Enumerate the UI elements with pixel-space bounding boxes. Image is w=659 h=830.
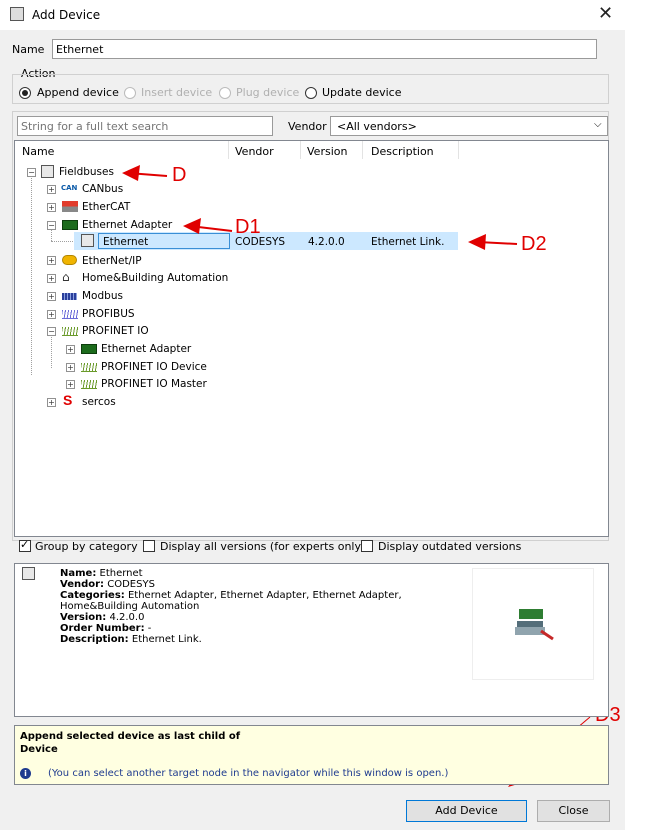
info-vendor-value: CODESYS <box>107 579 155 590</box>
add-device-button[interactable]: Add Device <box>406 800 527 822</box>
info-version-key: Version: <box>60 612 107 623</box>
display-all-versions-checkbox[interactable] <box>143 540 155 552</box>
device-icon <box>22 567 35 580</box>
info-description-key: Description: <box>60 634 129 645</box>
arrow-d-head <box>122 165 140 181</box>
annotation-d1: D1 <box>235 216 261 238</box>
info-order-key: Order Number: <box>60 623 145 634</box>
info-vendor-key: Vendor: <box>60 579 105 590</box>
hint-note: (You can select another target node in t… <box>48 768 449 779</box>
display-outdated-checkbox[interactable] <box>361 540 373 552</box>
display-outdated-label: Display outdated versions <box>378 540 522 553</box>
hint-text: Append selected device as last child of … <box>20 730 240 756</box>
display-all-versions-label: Display all versions (for experts only) <box>160 540 366 553</box>
info-icon: i <box>20 768 31 779</box>
info-description-value: Ethernet Link. <box>131 634 202 645</box>
group-by-category-checkbox[interactable] <box>19 538 31 552</box>
info-categories-key: Categories: <box>60 590 125 601</box>
info-order-value: - <box>147 623 152 634</box>
info-name-value: Ethernet <box>99 568 143 579</box>
group-by-category-label: Group by category <box>35 540 138 553</box>
annotation-d2: D2 <box>521 233 547 255</box>
device-image <box>472 568 594 680</box>
network-device-icon <box>515 609 554 641</box>
info-name-key: Name: <box>60 568 97 579</box>
arrow-d1-head <box>183 218 201 234</box>
arrow-d2-head <box>468 234 486 250</box>
info-categories-value: Ethernet Adapter, Ethernet Adapter, Ethe… <box>127 590 402 601</box>
annotation-d: D <box>172 164 187 186</box>
info-version-value: 4.2.0.0 <box>109 612 145 623</box>
device-info-text: Name: Ethernet Vendor: CODESYS Categorie… <box>60 568 460 645</box>
hint-line-1: Append selected device as last child of <box>20 731 241 742</box>
hint-line-2: Device <box>20 744 58 755</box>
close-button[interactable]: Close <box>537 800 610 822</box>
info-categories-value-cont: Home&Building Automation <box>60 601 200 612</box>
